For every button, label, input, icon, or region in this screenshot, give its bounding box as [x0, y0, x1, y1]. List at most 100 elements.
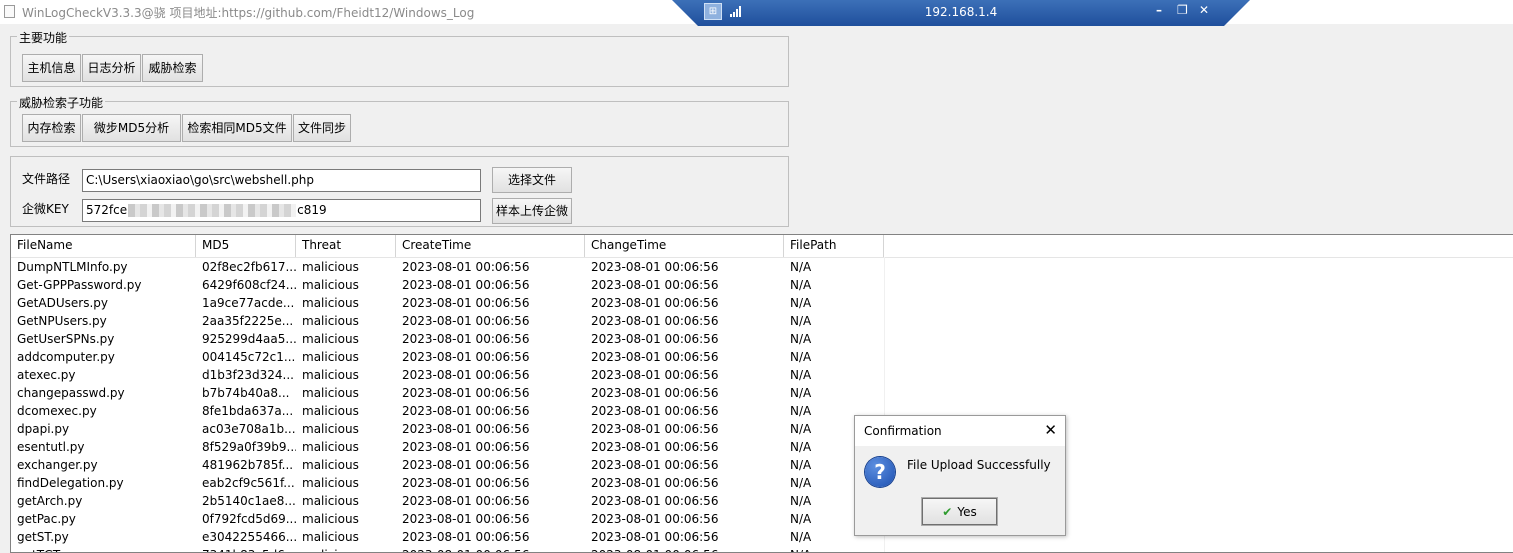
remote-desktop-bar: ⊞ 192.168.1.4 – ❐ ✕	[672, 0, 1250, 26]
cell-threat: malicious	[302, 512, 359, 526]
key-suffix: c819	[297, 203, 327, 217]
table-row[interactable]: dcomexec.py 8fe1bda637a... malicious 2023-0…	[11, 402, 1513, 420]
table-row[interactable]: Get-GPPPassword.py 6429f608cf24... malicio…	[11, 276, 1513, 294]
cell-md5: 925299d4aa5...	[202, 332, 296, 346]
wecom-key-input[interactable]: 572fce c819	[82, 199, 481, 222]
column-threat[interactable]: Threat	[296, 235, 396, 257]
column-changetime[interactable]: ChangeTime	[585, 235, 784, 257]
cell-md5: e3042255466...	[202, 530, 296, 544]
cell-changetime: 2023-08-01 00:06:56	[591, 512, 719, 526]
cell-filepath: N/A	[790, 332, 812, 346]
table-row[interactable]: getST.py e3042255466... malicious 2023-08-0…	[11, 528, 1513, 546]
dialog-titlebar: Confirmation ✕	[855, 416, 1065, 446]
cell-threat: malicious	[302, 260, 359, 274]
table-row[interactable]: getPac.py 0f792fcd5d69... malicious 2023-08…	[11, 510, 1513, 528]
select-file-button[interactable]: 选择文件	[492, 167, 572, 193]
cell-filename: esentutl.py	[17, 440, 85, 454]
minimize-icon[interactable]: –	[1156, 3, 1162, 17]
log-analysis-button[interactable]: 日志分析	[82, 54, 141, 82]
cell-changetime: 2023-08-01 00:06:56	[585, 546, 784, 552]
cell-md5: eab2cf9c561f...	[202, 476, 295, 490]
cell-threat: malicious	[302, 350, 359, 364]
cell-filepath: N/A	[790, 368, 812, 382]
cell-threat: malicious	[302, 278, 359, 292]
file-sync-button[interactable]: 文件同步	[293, 114, 351, 142]
table-row[interactable]: exchanger.py 481962b785f... malicious 2023-…	[11, 456, 1513, 474]
cell-threat: malicious	[302, 404, 359, 418]
cell-changetime: 2023-08-01 00:06:56	[591, 296, 719, 310]
host-info-button[interactable]: 主机信息	[22, 54, 81, 82]
cell-threat: malicious	[302, 530, 359, 544]
table-row[interactable]: GetADUsers.py 1a9ce77acde... malicious 2023…	[11, 294, 1513, 312]
cell-filename: getTGT.py	[11, 546, 196, 552]
threatbook-md5-button[interactable]: 微步MD5分析	[82, 114, 181, 142]
key-prefix: 572fce	[86, 203, 128, 217]
table-row[interactable]: changepasswd.py b7b74b40a8... malicious 202…	[11, 384, 1513, 402]
cell-createtime: 2023-08-01 00:06:56	[402, 386, 530, 400]
cell-filepath: N/A	[790, 386, 812, 400]
table-row[interactable]: DumpNTLMInfo.py 02f8ec2fb617... malicious 2…	[11, 258, 1513, 276]
table-row[interactable]: atexec.py d1b3f23d324... malicious 2023-08-…	[11, 366, 1513, 384]
cell-md5: ac03e708a1b...	[202, 422, 296, 436]
cell-filename: exchanger.py	[17, 458, 98, 472]
cell-createtime: 2023-08-01 00:06:56	[402, 458, 530, 472]
cell-md5: d1b3f23d324...	[202, 368, 294, 382]
cell-changetime: 2023-08-01 00:06:56	[591, 494, 719, 508]
cell-createtime: 2023-08-01 00:06:56	[402, 296, 530, 310]
cell-filename: getPac.py	[17, 512, 76, 526]
table-row[interactable]: dpapi.py ac03e708a1b... malicious 2023-08-0…	[11, 420, 1513, 438]
cell-createtime: 2023-08-01 00:06:56	[402, 440, 530, 454]
cell-md5: 481962b785f...	[202, 458, 294, 472]
table-row[interactable]: esentutl.py 8f529a0f39b9... malicious 2023-…	[11, 438, 1513, 456]
column-filename[interactable]: FileName	[11, 235, 196, 257]
close-icon[interactable]: ✕	[1044, 421, 1057, 439]
cell-filepath: N/A	[790, 314, 812, 328]
cell-createtime: 2023-08-01 00:06:56	[402, 404, 530, 418]
table-row[interactable]: GetNPUsers.py 2aa35f2225e... malicious 2023…	[11, 312, 1513, 330]
column-filepath[interactable]: FilePath	[784, 235, 884, 257]
cell-changetime: 2023-08-01 00:06:56	[591, 530, 719, 544]
cell-md5: 7341b83c5d6...	[196, 546, 296, 552]
table-row[interactable]: getTGT.py7341b83c5d6...malicious 2023-08-…	[11, 546, 1513, 552]
cell-md5: 8fe1bda637a...	[202, 404, 294, 418]
cell-md5: 6429f608cf24...	[202, 278, 296, 292]
restore-icon[interactable]: ❐	[1177, 3, 1188, 17]
cell-changetime: 2023-08-01 00:06:56	[591, 368, 719, 382]
close-icon[interactable]: ✕	[1199, 3, 1209, 17]
dialog-title: Confirmation	[864, 424, 942, 438]
same-md5-search-button[interactable]: 检索相同MD5文件	[182, 114, 292, 142]
file-path-input[interactable]: C:\Users\xiaoxiao\go\src\webshell.php	[82, 169, 481, 192]
cell-changetime: 2023-08-01 00:06:56	[591, 458, 719, 472]
cell-filepath: N/A	[784, 546, 884, 552]
cell-filename: atexec.py	[17, 368, 76, 382]
cell-createtime: 2023-08-01 00:06:56	[402, 512, 530, 526]
cell-createtime: 2023-08-01 00:06:56	[402, 476, 530, 490]
table-row[interactable]: findDelegation.py eab2cf9c561f... maliciou…	[11, 474, 1513, 492]
cell-changetime: 2023-08-01 00:06:56	[591, 314, 719, 328]
table-row[interactable]: getArch.py 2b5140c1ae8... malicious 2023-08…	[11, 492, 1513, 510]
cell-md5: 004145c72c1...	[202, 350, 296, 364]
cell-createtime: 2023-08-01 00:06:56	[402, 350, 530, 364]
cell-threat: malicious	[302, 332, 359, 346]
threat-search-button[interactable]: 威胁检索	[142, 54, 203, 82]
cell-changetime: 2023-08-01 00:06:56	[591, 404, 719, 418]
table-row[interactable]: GetUserSPNs.py 925299d4aa5... malicious 202…	[11, 330, 1513, 348]
column-md5[interactable]: MD5	[196, 235, 296, 257]
group-legend: 主要功能	[17, 29, 70, 46]
cell-threat: malicious	[302, 314, 359, 328]
upload-sample-button[interactable]: 样本上传企微	[492, 198, 572, 224]
cell-changetime: 2023-08-01 00:06:56	[591, 350, 719, 364]
cell-filename: GetUserSPNs.py	[17, 332, 115, 346]
table-body: DumpNTLMInfo.py 02f8ec2fb617... malicious 2…	[11, 258, 1513, 552]
window-title: WinLogCheckV3.3.3@骁 项目地址:https://github.…	[22, 6, 475, 20]
cell-filename: dpapi.py	[17, 422, 70, 436]
cell-threat: malicious	[296, 546, 396, 552]
table-row[interactable]: addcomputer.py 004145c72c1... malicious 202…	[11, 348, 1513, 366]
cell-createtime: 2023-08-01 00:06:56	[402, 368, 530, 382]
cell-md5: 2aa35f2225e...	[202, 314, 294, 328]
cell-filepath: N/A	[790, 260, 812, 274]
cell-threat: malicious	[302, 422, 359, 436]
yes-button[interactable]: ✔ Yes	[921, 497, 998, 526]
column-createtime[interactable]: CreateTime	[396, 235, 585, 257]
memory-search-button[interactable]: 内存检索	[22, 114, 81, 142]
